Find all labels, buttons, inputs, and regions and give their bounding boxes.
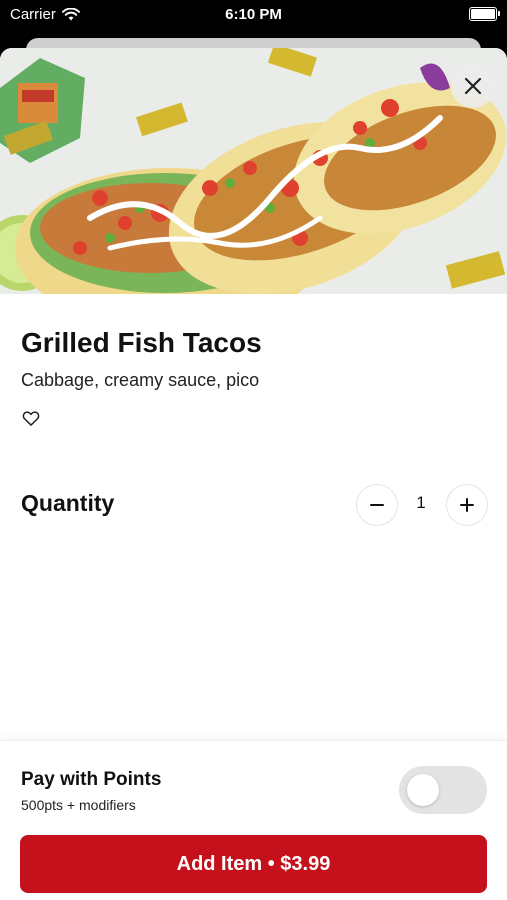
quantity-value: 1 [416, 493, 426, 512]
heart-outline-icon[interactable] [21, 408, 41, 428]
status-bar: Carrier 6:10 PM [0, 0, 507, 30]
minus-icon [370, 504, 384, 506]
close-icon [464, 77, 482, 95]
quantity-label: Quantity [21, 490, 115, 516]
battery-icon [469, 7, 500, 21]
status-time: 6:10 PM [225, 6, 282, 23]
tacos-photo [0, 48, 507, 294]
plus-icon [460, 498, 474, 512]
pay-with-points-toggle[interactable] [399, 766, 487, 814]
quantity-decrease-button[interactable] [356, 484, 398, 526]
checkout-panel: Pay with Points 500pts + modifiers Add I… [0, 740, 507, 900]
add-item-button[interactable]: Add Item • $3.99 [20, 835, 487, 893]
close-button[interactable] [451, 64, 495, 108]
item-photo [0, 48, 507, 294]
item-description: Cabbage, creamy sauce, pico [21, 370, 260, 390]
item-detail-sheet: Grilled Fish Tacos Cabbage, creamy sauce… [0, 48, 507, 900]
toggle-knob [407, 774, 439, 806]
item-title: Grilled Fish Tacos [21, 327, 262, 358]
points-cost-label: 500pts + modifiers [21, 797, 136, 813]
quantity-increase-button[interactable] [446, 484, 488, 526]
pay-with-points-label: Pay with Points [21, 769, 162, 790]
